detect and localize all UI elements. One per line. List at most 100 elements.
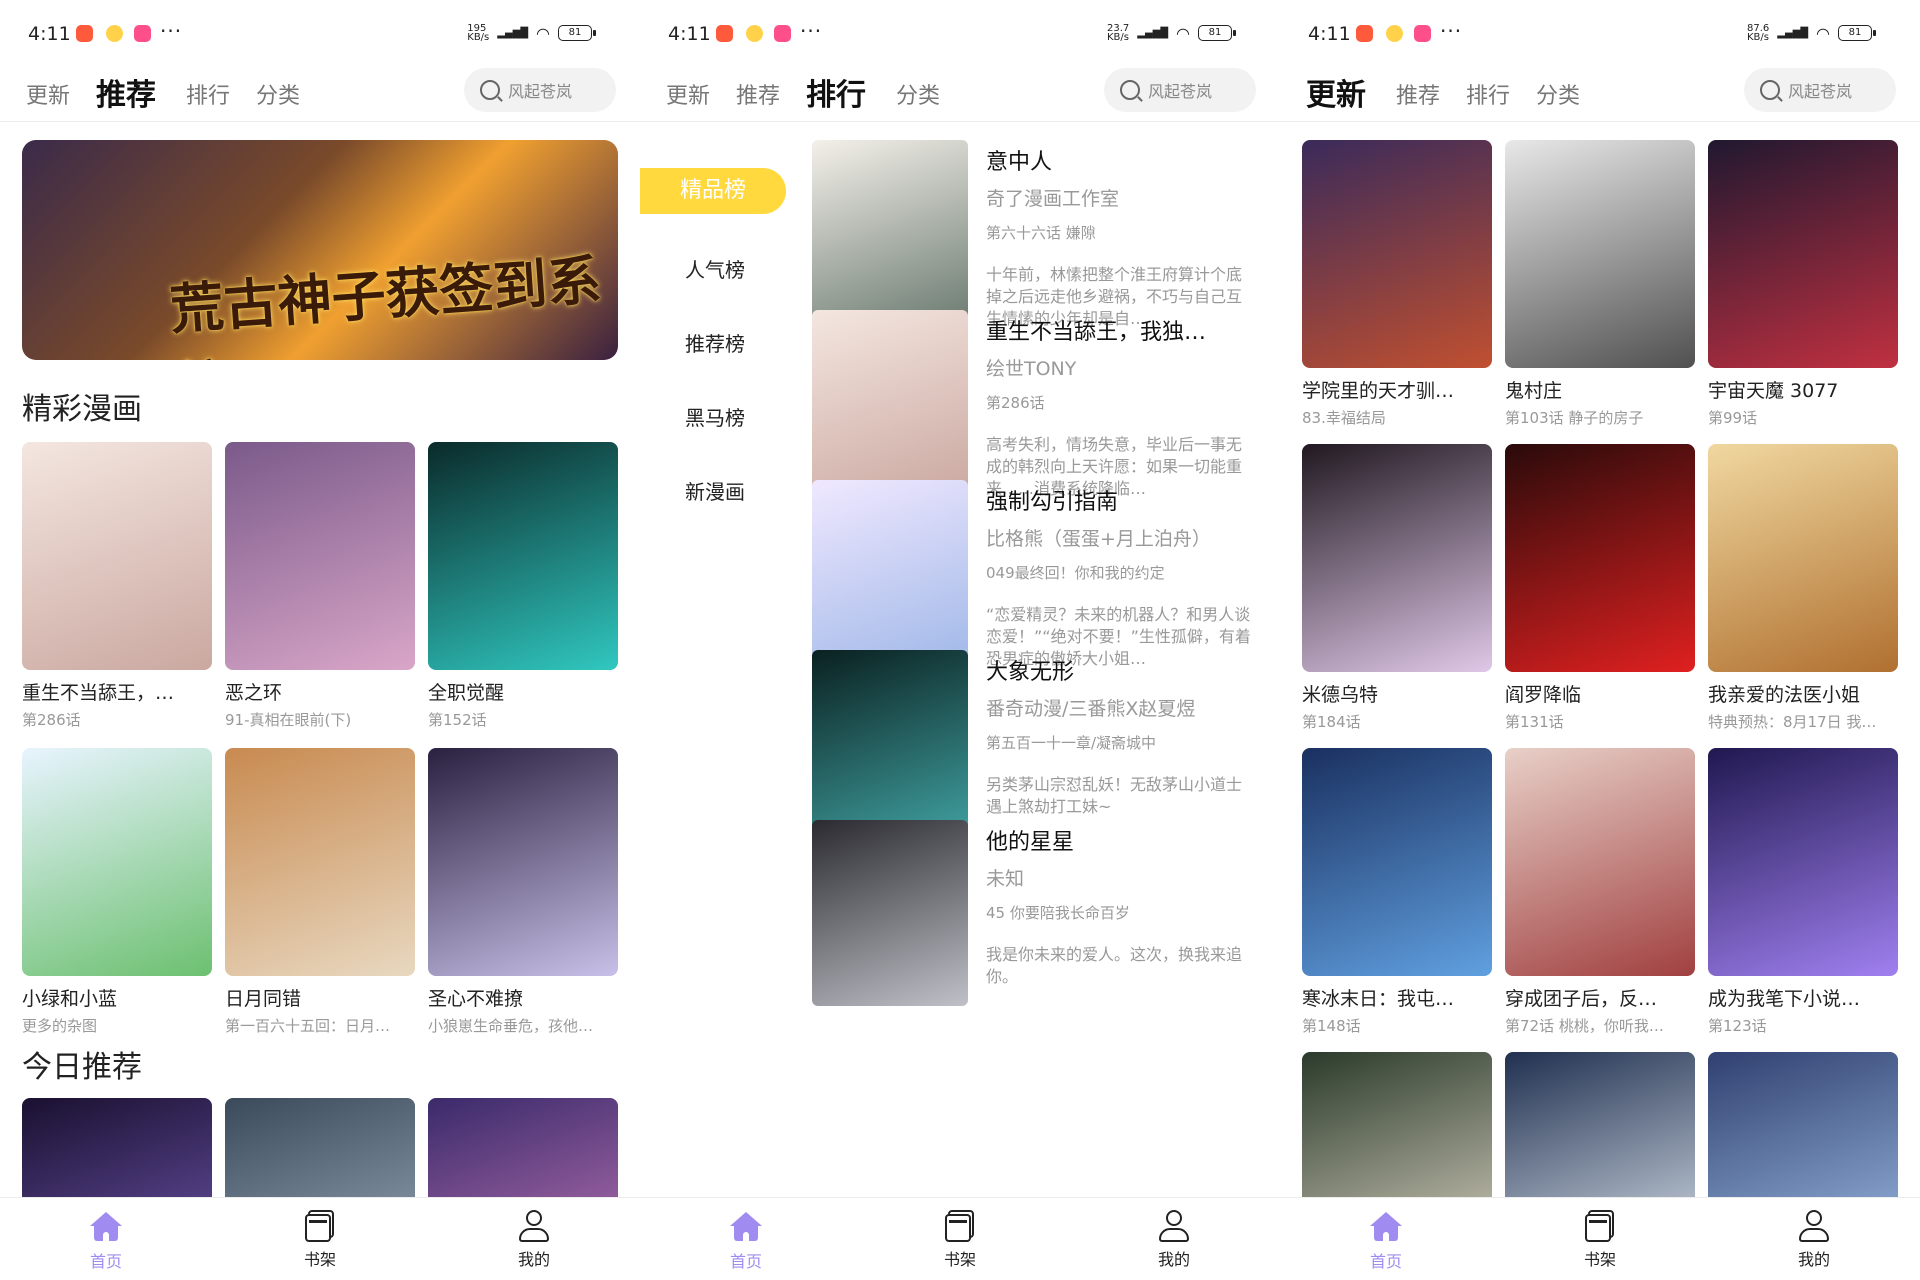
- ranking-description: 我是你未来的爱人。这次，换我来追你。: [986, 945, 1243, 986]
- search-box[interactable]: 风起苍岚: [1744, 68, 1896, 112]
- comic-card[interactable]: [22, 1098, 212, 1197]
- status-time: 4:11: [28, 23, 71, 45]
- comic-card[interactable]: [225, 1098, 415, 1197]
- tabbar-me-label: 我的: [517, 1250, 550, 1269]
- sidebar-item-premium[interactable]: 精品榜: [640, 168, 786, 214]
- comic-card[interactable]: [1302, 1052, 1492, 1197]
- comic-cover: [428, 748, 618, 976]
- comic-card[interactable]: 宇宙天魔 3077 第99话: [1708, 140, 1898, 428]
- banner[interactable]: 荒古神子获签到系统: [22, 140, 618, 360]
- tab-ranking[interactable]: 排行: [1466, 78, 1510, 110]
- comic-title: 阎罗降临: [1505, 684, 1582, 706]
- comic-title: 鬼村庄: [1505, 380, 1563, 402]
- sidebar-item-recommended[interactable]: 推荐榜: [640, 328, 790, 357]
- tab-update[interactable]: 更新: [26, 78, 70, 110]
- tabbar-home-label: 首页: [89, 1252, 122, 1271]
- tabbar-shelf[interactable]: 书架: [1540, 1208, 1660, 1270]
- comic-title: 学院里的天才驯…: [1302, 380, 1455, 402]
- tabbar-shelf[interactable]: 书架: [900, 1208, 1020, 1270]
- tabbar-home[interactable]: 首页: [686, 1208, 806, 1272]
- tabbar-shelf-label: 书架: [303, 1250, 336, 1269]
- status-bar: 4:11 ··· 23.7 KB/s ▂▄▆█ ◠ 81: [640, 0, 1280, 70]
- comic-card[interactable]: 寒冰末日：我屯… 第148话: [1302, 748, 1492, 1036]
- comic-title: 我亲爱的法医小姐: [1708, 684, 1861, 706]
- comic-card[interactable]: 成为我笔下小说… 第123话: [1708, 748, 1898, 1036]
- ranking-content: 精品榜 人气榜 推荐榜 黑马榜 新漫画 意中人 奇了漫画工作室 第六十六话 嫌隙 十年…: [640, 122, 1280, 1197]
- search-box[interactable]: 风起苍岚: [1104, 68, 1256, 112]
- comic-card[interactable]: 重生不当舔王，… 第286话: [22, 442, 212, 730]
- tab-ranking[interactable]: 排行: [186, 78, 230, 110]
- comic-subtitle: 更多的杂图: [22, 1017, 98, 1035]
- profile-icon: [1157, 1210, 1191, 1242]
- search-placeholder: 风起苍岚: [1788, 82, 1853, 101]
- tabbar-home-label: 首页: [729, 1252, 762, 1271]
- sidebar-item-popular[interactable]: 人气榜: [640, 254, 790, 283]
- comic-cover: [812, 310, 968, 496]
- wifi-icon: ◠: [536, 23, 550, 43]
- search-icon: [1760, 80, 1780, 100]
- ranking-item[interactable]: 大象无形 番奇动漫/三番熊X赵夏煜 第五百一十一章/凝斋城中 另类茅山宗怼乱妖！无敌茅…: [812, 650, 1262, 836]
- search-box[interactable]: 风起苍岚: [464, 68, 616, 112]
- comic-card[interactable]: 阎罗降临第131话: [1505, 444, 1695, 732]
- tabbar-me[interactable]: 我的: [1114, 1208, 1234, 1270]
- comic-subtitle: 第99话: [1708, 409, 1758, 427]
- comic-card[interactable]: 鬼村庄 第103话 静子的房子: [1505, 140, 1695, 428]
- tab-recommend[interactable]: 推荐: [96, 70, 156, 114]
- comic-card[interactable]: 穿成团子后，反… 第72话 桃桃，你听我…: [1505, 748, 1695, 1036]
- tab-update[interactable]: 更新: [1306, 70, 1366, 114]
- tab-recommend[interactable]: 推荐: [1396, 78, 1440, 110]
- comic-card[interactable]: 学院里的天才驯… 83.幸福结局: [1302, 140, 1492, 428]
- comic-cover: [1302, 748, 1492, 976]
- ranking-sidebar: 精品榜 人气榜 推荐榜 黑马榜 新漫画: [640, 122, 790, 1197]
- tab-category[interactable]: 分类: [1536, 78, 1580, 110]
- tab-ranking[interactable]: 排行: [806, 70, 866, 114]
- ranking-item[interactable]: 强制勾引指南 比格熊（蛋蛋+月上泊舟） 049最终回！你和我的约定 “恋爱精灵？未来的…: [812, 480, 1262, 668]
- tabbar-me-label: 我的: [1797, 1250, 1830, 1269]
- comic-card[interactable]: 恶之环 91-真相在眼前(下): [225, 442, 415, 730]
- comic-card[interactable]: 小绿和小蓝 更多的杂图: [22, 748, 212, 1036]
- comic-title: 成为我笔下小说…: [1708, 988, 1861, 1010]
- tabbar-me[interactable]: 我的: [474, 1208, 594, 1270]
- tab-update[interactable]: 更新: [666, 78, 710, 110]
- signal-icon: ▂▄▆█: [1137, 27, 1169, 39]
- comic-card[interactable]: 米德乌特 第184话: [1302, 444, 1492, 732]
- comic-cover: [812, 650, 968, 836]
- comic-title: 恶之环: [225, 682, 283, 704]
- ranking-chapter: 049最终回！你和我的约定: [986, 564, 1165, 582]
- comic-card[interactable]: 日月同错 第一百六十五回：日月…: [225, 748, 415, 1036]
- app-notification-icon: [1356, 25, 1373, 42]
- ranking-title: 强制勾引指南: [986, 490, 1119, 515]
- bookshelf-icon: [1585, 1210, 1615, 1242]
- comic-card[interactable]: [428, 1098, 618, 1197]
- tab-recommend[interactable]: 推荐: [736, 78, 780, 110]
- comic-card[interactable]: 圣心不难撩 小狼崽生命垂危，孩他…: [428, 748, 618, 1036]
- tabbar-me[interactable]: 我的: [1754, 1208, 1874, 1270]
- app-notification-icon: [76, 25, 93, 42]
- sidebar-item-new[interactable]: 新漫画: [640, 476, 790, 505]
- ranking-chapter: 第五百一十一章/凝斋城中: [986, 734, 1157, 752]
- ranking-author: 奇了漫画工作室: [986, 188, 1120, 210]
- ranking-chapter: 45 你要陪我长命百岁: [986, 904, 1130, 922]
- wifi-icon: ◠: [1176, 23, 1190, 43]
- ranking-item[interactable]: 他的星星 未知 45 你要陪我长命百岁 我是你未来的爱人。这次，换我来追你。: [812, 820, 1262, 1006]
- tabbar-home[interactable]: 首页: [1326, 1208, 1446, 1272]
- comic-subtitle: 第131话: [1505, 713, 1564, 731]
- update-grid: 学院里的天才驯… 83.幸福结局 鬼村庄 第103话 静子的房子 宇宙天魔 3077 第9…: [1302, 140, 1898, 1197]
- comic-card[interactable]: 全职觉醒 第152话: [428, 442, 618, 730]
- ranking-item[interactable]: 意中人 奇了漫画工作室 第六十六话 嫌隙 十年前，林愫把整个淮王府算计个底掉之后远走他…: [812, 140, 1262, 328]
- comic-card[interactable]: [1505, 1052, 1695, 1197]
- tab-category[interactable]: 分类: [896, 78, 940, 110]
- comic-card[interactable]: [1708, 1052, 1898, 1197]
- ranking-author: 未知: [986, 868, 1025, 890]
- comic-card[interactable]: 我亲爱的法医小姐 特典预热：8月17日 我…: [1708, 444, 1898, 732]
- comic-title: 重生不当舔王，…: [22, 682, 175, 704]
- sidebar-item-darkhorse[interactable]: 黑马榜: [640, 402, 790, 431]
- comic-subtitle: 第123话: [1708, 1017, 1767, 1035]
- home-icon: [89, 1212, 123, 1242]
- comic-title: 穿成团子后，反…: [1505, 988, 1658, 1010]
- recommend-content: 荒古神子获签到系统 精彩漫画 重生不当舔王，… 第286话 恶之环 91-真相在眼前(…: [0, 122, 640, 1197]
- tabbar-shelf[interactable]: 书架: [260, 1208, 380, 1270]
- tab-category[interactable]: 分类: [256, 78, 300, 110]
- ranking-item[interactable]: 重生不当舔王，我独… 绘世TONY 第286话 高考失利，情场失意，毕业后一事无成的韩…: [812, 310, 1262, 498]
- tabbar-home[interactable]: 首页: [46, 1208, 166, 1272]
